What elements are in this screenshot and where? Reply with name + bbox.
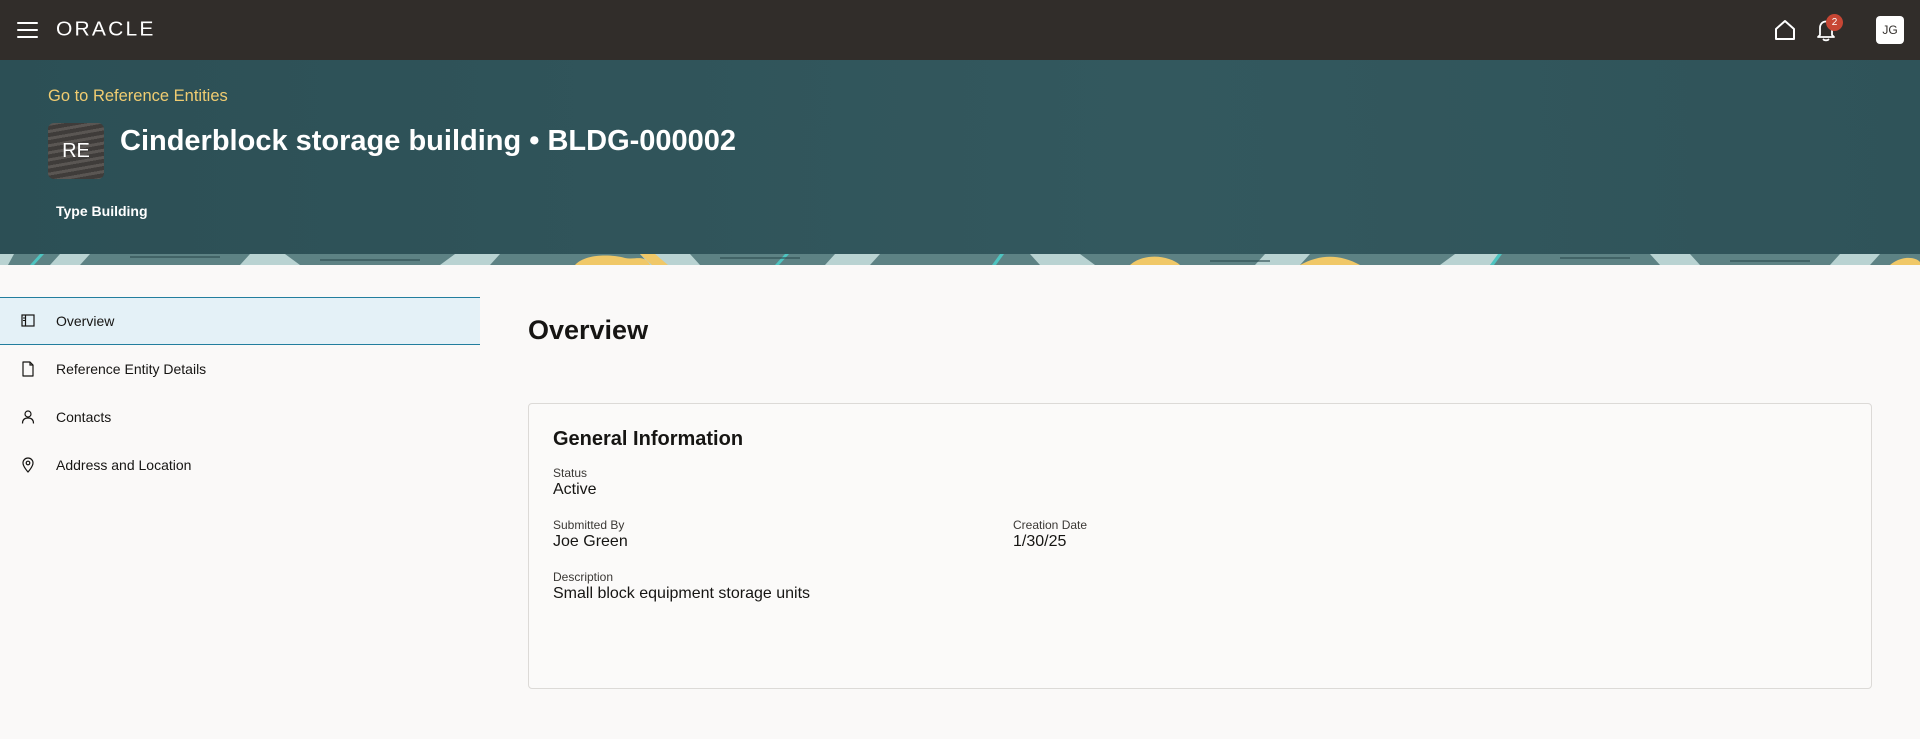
sidebar-item-overview[interactable]: Overview xyxy=(0,297,480,345)
page-header: Go to Reference Entities RE Cinderblock … xyxy=(0,60,1920,254)
sidebar-item-reference-entity-details[interactable]: Reference Entity Details xyxy=(0,345,480,393)
creation-date-label: Creation Date xyxy=(1013,518,1088,532)
top-navigation-bar: ORACLE 2 JG xyxy=(0,0,1920,60)
entity-type-label: Type Building xyxy=(56,203,148,219)
sidebar-item-address-and-location[interactable]: Address and Location xyxy=(0,441,480,489)
location-pin-icon xyxy=(22,457,34,473)
submitted-by-label: Submitted By xyxy=(553,518,625,532)
sidebar-item-label: Reference Entity Details xyxy=(56,361,207,377)
go-to-reference-entities-link[interactable]: Go to Reference Entities xyxy=(48,87,228,106)
status-label: Status xyxy=(553,466,588,480)
creation-date-value: 1/30/25 xyxy=(1013,533,1067,550)
general-information-card: General Information Status Active Submit… xyxy=(528,403,1872,689)
sidebar-item-label: Contacts xyxy=(56,409,112,425)
sidebar-navigation: Overview Reference Entity Details Contac… xyxy=(0,297,480,489)
panel-icon xyxy=(21,314,35,327)
hamburger-menu-icon[interactable] xyxy=(17,21,38,39)
person-icon xyxy=(21,410,35,424)
notification-badge: 2 xyxy=(1826,14,1843,31)
page-title: Cinderblock storage building • BLDG-0000… xyxy=(120,125,737,157)
sidebar-item-label: Address and Location xyxy=(56,457,192,473)
oracle-logo: ORACLE xyxy=(56,18,156,41)
sidebar-item-contacts[interactable]: Contacts xyxy=(0,393,480,441)
submitted-by-value: Joe Green xyxy=(553,533,628,550)
card-title: General Information xyxy=(553,428,744,450)
description-value: Small block equipment storage units xyxy=(553,585,811,602)
entity-avatar: RE xyxy=(48,123,104,179)
decorative-pattern-strip xyxy=(0,254,1920,265)
section-title: Overview xyxy=(528,315,649,345)
sidebar-item-label: Overview xyxy=(56,313,115,329)
home-icon[interactable] xyxy=(1773,18,1797,42)
document-icon xyxy=(22,361,34,377)
user-avatar-button[interactable]: JG xyxy=(1876,16,1904,44)
description-label: Description xyxy=(553,570,614,584)
status-value: Active xyxy=(553,481,597,498)
